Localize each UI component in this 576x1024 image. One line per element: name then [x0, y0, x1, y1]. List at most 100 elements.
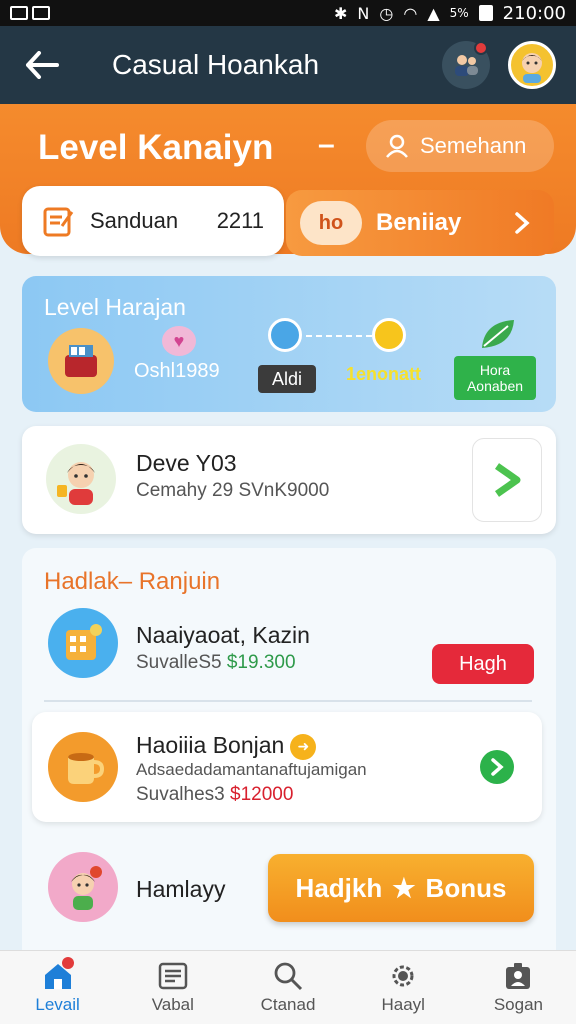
nav-item-vabal[interactable]: Vabal: [115, 951, 230, 1024]
profile-icon: [506, 962, 531, 989]
arrow-right-icon: [494, 463, 521, 497]
ranking-item-name-text: Haoiiia Bonjan: [136, 732, 285, 758]
bonus-button-label-left: Hadjkh: [295, 872, 383, 903]
bonus-button[interactable]: Hadjkh ★ Bonus: [268, 854, 534, 922]
bluetooth-icon: ✱: [334, 3, 348, 23]
user-chip[interactable]: Semehann: [366, 120, 554, 172]
child-avatar-icon: [71, 866, 102, 910]
gear-icon: [392, 965, 414, 986]
nav-item-search[interactable]: Ctanad: [230, 951, 345, 1024]
battery-icon: [478, 5, 493, 21]
notification-dot: [62, 957, 74, 969]
profile-name: Deve Y03: [136, 450, 237, 476]
profile-avatar: [46, 444, 116, 514]
user-avatar-button[interactable]: [508, 41, 556, 89]
nav-item-profile[interactable]: Sogan: [461, 951, 576, 1024]
green-tag-line2: Aonaben: [466, 378, 524, 394]
planner-icon: [66, 624, 102, 660]
notification-icon: [32, 6, 50, 20]
quick-card-left-count: 2211: [216, 208, 264, 233]
leaf-icon: [482, 320, 514, 348]
profile-subtitle: Cemahy 29 SVnK9000: [136, 480, 330, 501]
progress-node: [268, 318, 302, 352]
progress-link: [306, 335, 372, 337]
bonus-button-label-right: Bonus: [425, 872, 507, 903]
nav-item-label: Haayl: [381, 994, 425, 1014]
ranking-item-card[interactable]: Haoiiia Bonjan ➜ Adsaedadamantanaftujamig…: [32, 712, 542, 822]
avatar-icon: [522, 53, 542, 83]
nav-item-label: Levail: [35, 994, 80, 1014]
signal-icon: ▲: [427, 3, 440, 23]
ranking-item-open-button[interactable]: [480, 750, 514, 784]
quick-card-right[interactable]: ho Beniiay: [286, 190, 554, 256]
quick-card-left-label: Sanduan: [90, 208, 179, 233]
app-title: Casual Hoankah: [112, 49, 320, 80]
progress-node: [372, 318, 406, 352]
quick-card-badge: ho: [300, 201, 362, 245]
status-left-icons: [10, 6, 50, 20]
ranking-item-action-button[interactable]: Hagh: [432, 644, 534, 684]
status-right: ✱ N ◷ ◠ ▲ 5% 210:00: [334, 3, 566, 24]
basket-icon: [48, 328, 114, 394]
heart-icon: ♥: [162, 326, 196, 356]
nav-item-label: Sogan: [493, 994, 543, 1014]
back-button[interactable]: [20, 43, 64, 87]
edit-note-icon: [43, 207, 74, 237]
user-icon: [386, 134, 408, 158]
ranking-item-name: Haoiiia Bonjan ➜: [136, 732, 317, 760]
notification-icon: [10, 6, 28, 20]
progress-stat: Oshl1989: [134, 360, 220, 382]
profile-open-button[interactable]: [472, 438, 542, 522]
wifi-icon: ◠: [403, 3, 418, 23]
chevron-right-icon: [515, 212, 530, 234]
search-icon: [274, 962, 303, 990]
progress-pill: Aldi: [258, 365, 316, 393]
user-chip-label: Semehann: [420, 133, 527, 158]
battery-percent: 5%: [449, 6, 469, 20]
bottom-nav: Levail Vabal Ctanad Haayl Sogan: [0, 950, 576, 1024]
ranking-title: Hadlak– Ranjuin: [44, 568, 221, 595]
nav-item-label: Vabal: [151, 994, 194, 1014]
status-bar: ✱ N ◷ ◠ ▲ 5% 210:00: [0, 0, 576, 26]
star-icon: ★: [392, 872, 416, 903]
progress-title: Level Harajan: [44, 294, 186, 320]
nfc-icon: N: [357, 3, 370, 23]
ranking-item-icon: [48, 852, 118, 922]
news-icon: [158, 962, 188, 989]
ranking-item-sub-prefix: Suvalhes3: [136, 784, 225, 805]
ranking-item-sub: Suvalhes3 $12000: [136, 784, 293, 806]
progress-yellow-text: 1enonatt: [346, 364, 422, 384]
quick-card-left[interactable]: Sanduan 2211: [22, 186, 284, 256]
ranking-item-value: $12000: [230, 784, 294, 805]
ranking-item-sub-prefix: SuvalleS5: [136, 652, 222, 673]
mug-icon: [68, 753, 105, 784]
clock: 210:00: [502, 2, 566, 24]
divider: [44, 700, 532, 702]
nav-item-settings[interactable]: Haayl: [346, 951, 461, 1024]
profile-card[interactable]: Deve Y03 Cemahy 29 SVnK9000: [22, 426, 556, 534]
ranking-item-value: $19.300: [226, 652, 296, 673]
alarm-icon: ◷: [379, 3, 394, 23]
nav-item-label: Ctanad: [260, 994, 316, 1014]
quick-card-right-label: Beniiay: [376, 209, 462, 236]
level-progress-card[interactable]: Level Harajan ♥ Oshl1989 Aldi 1enonatt H…: [22, 276, 556, 412]
ranking-item-name: Hamlayy: [136, 876, 226, 902]
friends-button[interactable]: [442, 41, 490, 89]
girl-avatar-icon: [57, 462, 95, 505]
ranking-item-icon: [48, 732, 118, 802]
green-tag-line1: Hora: [479, 362, 511, 378]
header-dash: –: [318, 128, 335, 161]
ranking-item-description: Adsaedadamantanaftujamigan: [136, 760, 367, 779]
star-badge-icon: ➜: [290, 733, 317, 760]
progress-green-tag: Hora Aonaben: [454, 356, 536, 400]
ranking-item-name: Naaiyaoat, Kazin: [136, 622, 310, 648]
nav-item-level[interactable]: Levail: [0, 951, 115, 1024]
ranking-item-sub: SuvalleS5 $19.300: [136, 652, 296, 674]
people-icon: [455, 55, 478, 76]
notification-dot: [474, 41, 488, 55]
ranking-item-icon: [48, 608, 118, 678]
level-title: Level Kanaiyn: [38, 128, 274, 167]
app-bar: Casual Hoankah: [0, 26, 576, 104]
chevron-right-icon: [491, 758, 504, 776]
back-arrow-icon: [26, 51, 59, 79]
